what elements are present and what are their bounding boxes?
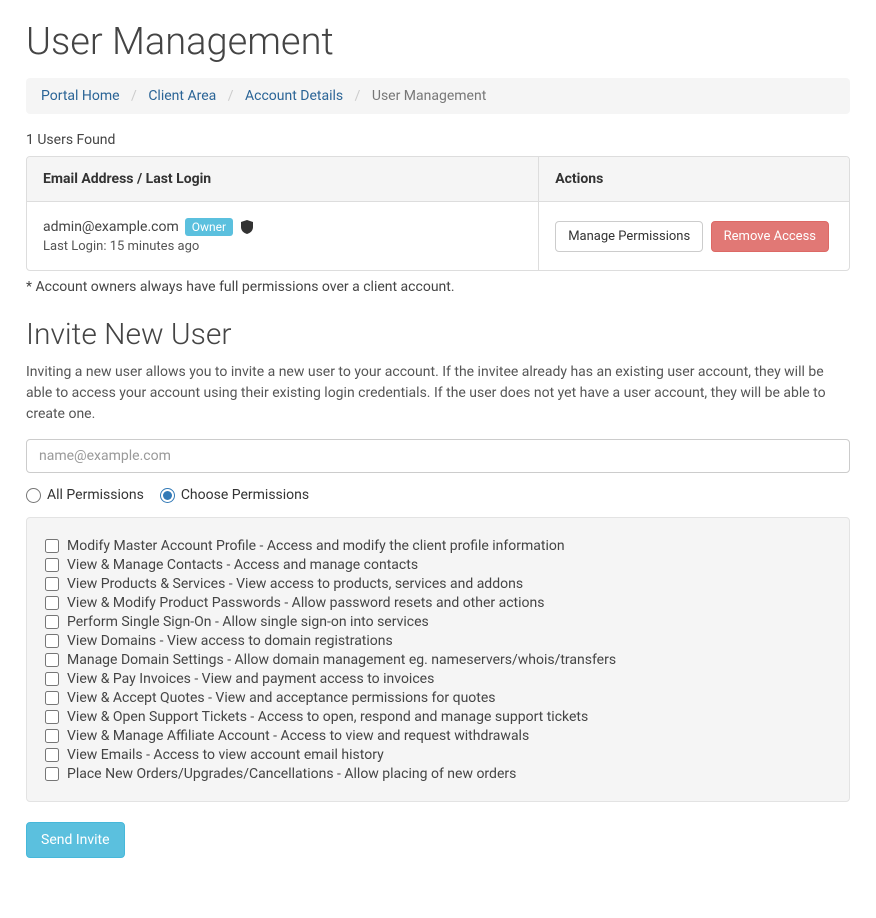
- page-title: User Management: [26, 20, 850, 64]
- permission-checkbox[interactable]: [45, 558, 59, 572]
- user-email: admin@example.com: [43, 219, 179, 235]
- permission-item: View Products & Services - View access t…: [45, 574, 831, 593]
- invite-email-input[interactable]: [26, 439, 850, 473]
- permission-item: Modify Master Account Profile - Access a…: [45, 536, 831, 555]
- permission-checkbox[interactable]: [45, 653, 59, 667]
- permission-item: View Domains - View access to domain reg…: [45, 631, 831, 650]
- permission-checkbox[interactable]: [45, 748, 59, 762]
- permission-item: View & Manage Affiliate Account - Access…: [45, 726, 831, 745]
- breadcrumb-separator: /: [355, 88, 361, 104]
- permission-item: View & Pay Invoices - View and payment a…: [45, 669, 831, 688]
- permission-label: View & Pay Invoices - View and payment a…: [67, 671, 434, 687]
- remove-access-button[interactable]: Remove Access: [711, 221, 829, 252]
- radio-all-text: All Permissions: [47, 487, 144, 503]
- permission-label: View & Manage Contacts - Access and mana…: [67, 557, 418, 573]
- manage-permissions-button[interactable]: Manage Permissions: [555, 221, 703, 252]
- owner-badge: Owner: [185, 218, 233, 236]
- permission-checkbox[interactable]: [45, 615, 59, 629]
- permission-mode-radios: All Permissions Choose Permissions: [26, 487, 850, 503]
- permission-checkbox[interactable]: [45, 767, 59, 781]
- permission-item: View & Open Support Tickets - Access to …: [45, 707, 831, 726]
- breadcrumb-account-details[interactable]: Account Details: [245, 88, 343, 104]
- permission-label: View Domains - View access to domain reg…: [67, 633, 393, 649]
- permission-checkbox[interactable]: [45, 577, 59, 591]
- permission-label: View & Modify Product Passwords - Allow …: [67, 595, 544, 611]
- radio-choose-permissions-label[interactable]: Choose Permissions: [160, 487, 309, 503]
- radio-choose-permissions[interactable]: [160, 488, 175, 503]
- permission-checkbox[interactable]: [45, 634, 59, 648]
- invite-description: Inviting a new user allows you to invite…: [26, 362, 850, 425]
- breadcrumb-client-area[interactable]: Client Area: [148, 88, 216, 104]
- permission-label: View & Open Support Tickets - Access to …: [67, 709, 588, 725]
- permissions-panel: Modify Master Account Profile - Access a…: [26, 517, 850, 802]
- shield-icon: [241, 220, 253, 234]
- users-table: Email Address / Last Login Actions admin…: [26, 156, 850, 271]
- permission-checkbox[interactable]: [45, 691, 59, 705]
- radio-all-permissions-label[interactable]: All Permissions: [26, 487, 144, 503]
- owner-footnote: * Account owners always have full permis…: [26, 279, 850, 295]
- permission-label: Manage Domain Settings - Allow domain ma…: [67, 652, 616, 668]
- permission-label: View & Accept Quotes - View and acceptan…: [67, 690, 496, 706]
- invite-heading: Invite New User: [26, 317, 850, 352]
- permission-checkbox[interactable]: [45, 596, 59, 610]
- send-invite-button[interactable]: Send Invite: [26, 822, 125, 858]
- breadcrumb: Portal Home / Client Area / Account Deta…: [26, 78, 850, 114]
- permission-label: Place New Orders/Upgrades/Cancellations …: [67, 766, 516, 782]
- permission-label: View & Manage Affiliate Account - Access…: [67, 728, 529, 744]
- permission-checkbox[interactable]: [45, 539, 59, 553]
- permission-item: View & Accept Quotes - View and acceptan…: [45, 688, 831, 707]
- permission-label: View Emails - Access to view account ema…: [67, 747, 384, 763]
- breadcrumb-current: User Management: [372, 88, 486, 104]
- permission-label: View Products & Services - View access t…: [67, 576, 523, 592]
- permission-item: Perform Single Sign-On - Allow single si…: [45, 612, 831, 631]
- permission-checkbox[interactable]: [45, 710, 59, 724]
- column-header-email: Email Address / Last Login: [27, 157, 538, 202]
- radio-choose-text: Choose Permissions: [181, 487, 309, 503]
- breadcrumb-separator: /: [131, 88, 137, 104]
- column-header-actions: Actions: [538, 157, 849, 202]
- permission-checkbox[interactable]: [45, 729, 59, 743]
- permission-item: View Emails - Access to view account ema…: [45, 745, 831, 764]
- permission-checkbox[interactable]: [45, 672, 59, 686]
- permission-item: View & Manage Contacts - Access and mana…: [45, 555, 831, 574]
- permission-item: Manage Domain Settings - Allow domain ma…: [45, 650, 831, 669]
- last-login-text: Last Login: 15 minutes ago: [43, 239, 522, 254]
- permission-label: Perform Single Sign-On - Allow single si…: [67, 614, 429, 630]
- users-found-text: 1 Users Found: [26, 132, 850, 148]
- breadcrumb-portal-home[interactable]: Portal Home: [41, 88, 120, 104]
- table-row: admin@example.com Owner Last Login: 15 m…: [27, 202, 849, 270]
- permission-item: Place New Orders/Upgrades/Cancellations …: [45, 764, 831, 783]
- breadcrumb-separator: /: [228, 88, 234, 104]
- radio-all-permissions[interactable]: [26, 488, 41, 503]
- permission-label: Modify Master Account Profile - Access a…: [67, 538, 565, 554]
- permission-item: View & Modify Product Passwords - Allow …: [45, 593, 831, 612]
